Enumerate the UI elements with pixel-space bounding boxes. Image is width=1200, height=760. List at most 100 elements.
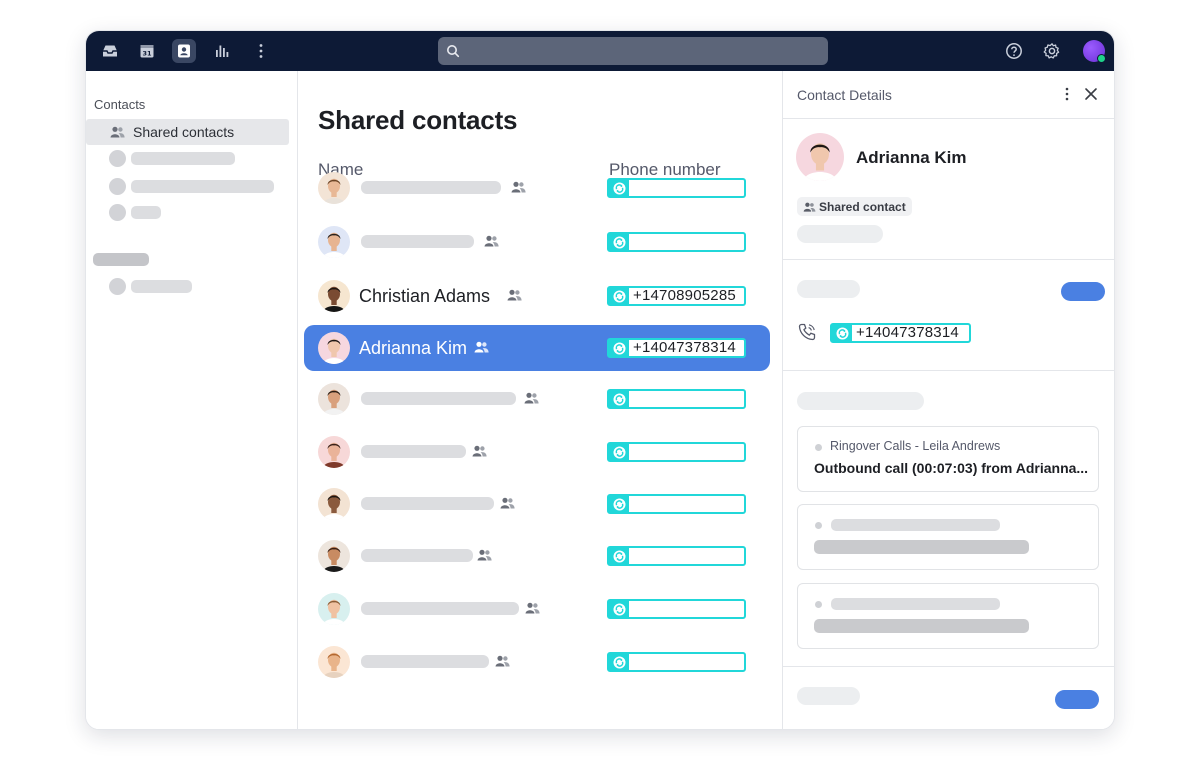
search-input[interactable] (438, 37, 828, 65)
table-row[interactable] (304, 533, 770, 579)
name-placeholder (361, 445, 466, 458)
contact-avatar (318, 172, 350, 204)
shared-contact-badge: Shared contact (797, 197, 912, 216)
phone-number-field[interactable] (607, 599, 746, 619)
user-avatar[interactable] (1083, 40, 1106, 63)
table-row[interactable]: Christian Adams +14708905285 (304, 273, 770, 319)
sidebar-item-shared-contacts[interactable]: Shared contacts (86, 119, 289, 145)
group-icon (110, 126, 125, 138)
table-row[interactable] (304, 219, 770, 265)
placeholder-bar (831, 519, 1000, 531)
phone-number-field[interactable]: +14047378314 (830, 323, 971, 343)
sync-icon (609, 234, 629, 250)
calendar-icon[interactable]: 31 (135, 39, 159, 63)
stats-icon[interactable] (210, 39, 234, 63)
table-row[interactable] (304, 165, 770, 211)
contact-details-panel: Contact Details Adrianna Kim Shared cont… (782, 71, 1114, 729)
group-icon (472, 444, 487, 462)
action-button[interactable] (1061, 282, 1105, 301)
contact-avatar (318, 280, 350, 312)
close-icon[interactable] (1084, 87, 1098, 101)
name-placeholder (361, 392, 516, 405)
table-row[interactable] (304, 376, 770, 422)
table-row[interactable] (304, 586, 770, 632)
placeholder-bar (131, 206, 161, 219)
status-dot (815, 444, 822, 451)
phone-number-field[interactable] (607, 442, 746, 462)
group-icon (511, 180, 526, 198)
table-row[interactable]: Adrianna Kim +14047378314 (304, 325, 770, 371)
group-icon (525, 601, 540, 619)
inbox-icon[interactable] (98, 39, 122, 63)
phone-number-field[interactable] (607, 494, 746, 514)
phone-number: +14708905285 (633, 287, 736, 304)
call-history-card-placeholder (797, 583, 1099, 649)
placeholder-dot (109, 278, 126, 295)
call-history-card[interactable]: Ringover Calls - Leila Andrews Outbound … (797, 426, 1099, 492)
search-icon (447, 45, 460, 58)
placeholder-bar (797, 687, 860, 705)
placeholder-bar (131, 152, 235, 165)
status-dot (815, 601, 822, 608)
name-placeholder (361, 602, 519, 615)
contact-name: Christian Adams (359, 286, 491, 306)
phone-number: +14047378314 (856, 324, 959, 341)
phone-number-field[interactable] (607, 652, 746, 672)
name-placeholder (361, 549, 473, 562)
call-source: Ringover Calls - Leila Andrews (830, 439, 1001, 453)
group-icon (474, 340, 489, 358)
call-history-card-placeholder (797, 504, 1099, 570)
details-title: Contact Details (797, 87, 892, 103)
help-icon[interactable] (1002, 39, 1026, 63)
badge-label: Shared contact (819, 199, 906, 214)
contact-avatar (318, 332, 350, 364)
sync-icon (609, 180, 629, 196)
table-row[interactable] (304, 481, 770, 527)
settings-gear-icon[interactable] (1040, 39, 1064, 63)
placeholder-bar (797, 280, 860, 298)
call-description: Outbound call (00:07:03) from Adrianna..… (814, 460, 1089, 476)
sidebar: Contacts Shared contacts (86, 71, 298, 729)
placeholder-bar (131, 180, 274, 193)
phone-number-field[interactable]: +14708905285 (607, 286, 746, 306)
contacts-icon[interactable] (172, 39, 196, 63)
sync-icon (832, 325, 852, 341)
sync-icon (609, 288, 629, 304)
contact-avatar (318, 540, 350, 572)
placeholder-bar (831, 598, 1000, 610)
sync-icon (609, 496, 629, 512)
phone-number-field[interactable] (607, 178, 746, 198)
contacts-list-panel: Shared contacts Name Phone number Christ… (298, 71, 782, 729)
action-button[interactable] (1055, 690, 1099, 709)
name-placeholder (361, 181, 501, 194)
table-row[interactable] (304, 639, 770, 685)
top-bar: 31 (86, 31, 1114, 71)
phone-number-field[interactable] (607, 546, 746, 566)
contact-avatar (318, 226, 350, 258)
svg-text:31: 31 (142, 50, 152, 58)
group-icon (803, 202, 816, 212)
phone-number-field[interactable]: +14047378314 (607, 338, 746, 358)
contact-avatar (318, 383, 350, 415)
placeholder-bar (814, 540, 1029, 554)
sync-icon (609, 548, 629, 564)
more-vertical-icon[interactable] (249, 39, 273, 63)
contact-name: Adrianna Kim (856, 148, 967, 167)
phone-number-field[interactable] (607, 232, 746, 252)
sync-icon (609, 654, 629, 670)
placeholder-dot (109, 204, 126, 221)
group-icon (495, 654, 510, 672)
contact-avatar (796, 133, 844, 181)
sync-icon (609, 391, 629, 407)
more-vertical-icon[interactable] (1064, 86, 1070, 102)
phone-number-field[interactable] (607, 389, 746, 409)
group-icon (484, 234, 499, 252)
page-title: Shared contacts (318, 105, 518, 135)
name-placeholder (361, 655, 489, 668)
contact-name: Adrianna Kim (359, 338, 468, 358)
divider (783, 259, 1114, 260)
contact-avatar (318, 646, 350, 678)
group-icon (524, 391, 539, 409)
placeholder-heading (93, 253, 149, 266)
table-row[interactable] (304, 429, 770, 475)
